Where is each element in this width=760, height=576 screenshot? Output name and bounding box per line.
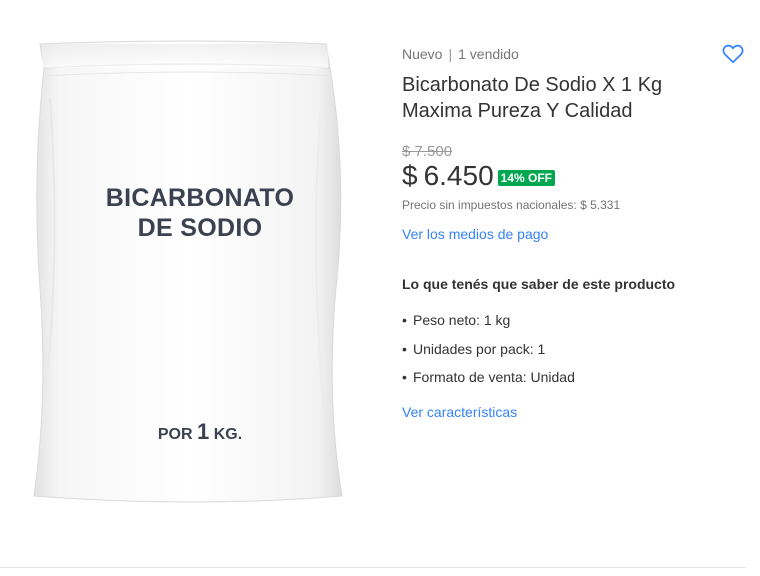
bullet-icon: • <box>402 369 407 385</box>
divider <box>0 567 746 568</box>
list-item: • Unidades por pack: 1 <box>402 340 575 369</box>
bag-label-line2: DE SODIO <box>137 214 263 242</box>
highlights-list: • Peso neto: 1 kg • Unidades por pack: 1 •… <box>402 311 575 397</box>
bag-quantity-label: POR 1 KG. <box>50 419 350 445</box>
product-image[interactable]: BICARBONATO DE SODIO POR 1 KG. <box>30 38 362 504</box>
subtitle-separator: | <box>448 46 453 62</box>
condition-label: Nuevo <box>402 46 443 62</box>
bullet-icon: • <box>402 312 407 328</box>
bag-label-line1: BICARBONATO <box>105 184 295 212</box>
bag-qty-prefix: POR <box>157 426 193 443</box>
highlight-text: Formato de venta: Unidad <box>413 369 575 385</box>
payment-methods-link[interactable]: Ver los medios de pago <box>402 226 548 242</box>
highlight-text: Unidades por pack: 1 <box>413 340 546 357</box>
highlight-text: Peso neto: 1 kg <box>413 312 511 328</box>
bag-qty-number: 1 <box>196 419 210 444</box>
tax-free-price: Precio sin impuestos nacionales: $ 5.331 <box>402 198 621 212</box>
currency-symbol: $ <box>402 160 418 191</box>
product-subtitle: Nuevo | 1 vendido <box>402 46 519 62</box>
discount-badge: 14% OFF <box>497 170 556 186</box>
highlights-title: Lo que tenés que saber de este producto <box>402 276 676 292</box>
list-item: • Formato de venta: Unidad <box>402 368 575 397</box>
product-title: Bicarbonato De Sodio X 1 Kg Maxima Purez… <box>402 74 663 122</box>
bag-qty-suffix: KG. <box>213 426 243 443</box>
price-value: 6.450 <box>423 160 494 191</box>
see-characteristics-link[interactable]: Ver características <box>402 404 517 420</box>
current-price: $ 6.450 14% OFF <box>402 160 556 192</box>
original-price: $ 7.500 <box>402 143 453 160</box>
sold-count: 1 vendido <box>458 46 519 62</box>
bullet-icon: • <box>402 340 407 357</box>
heart-outline-icon <box>722 44 744 64</box>
favorite-button[interactable] <box>720 40 746 66</box>
list-item: • Peso neto: 1 kg <box>402 311 575 340</box>
